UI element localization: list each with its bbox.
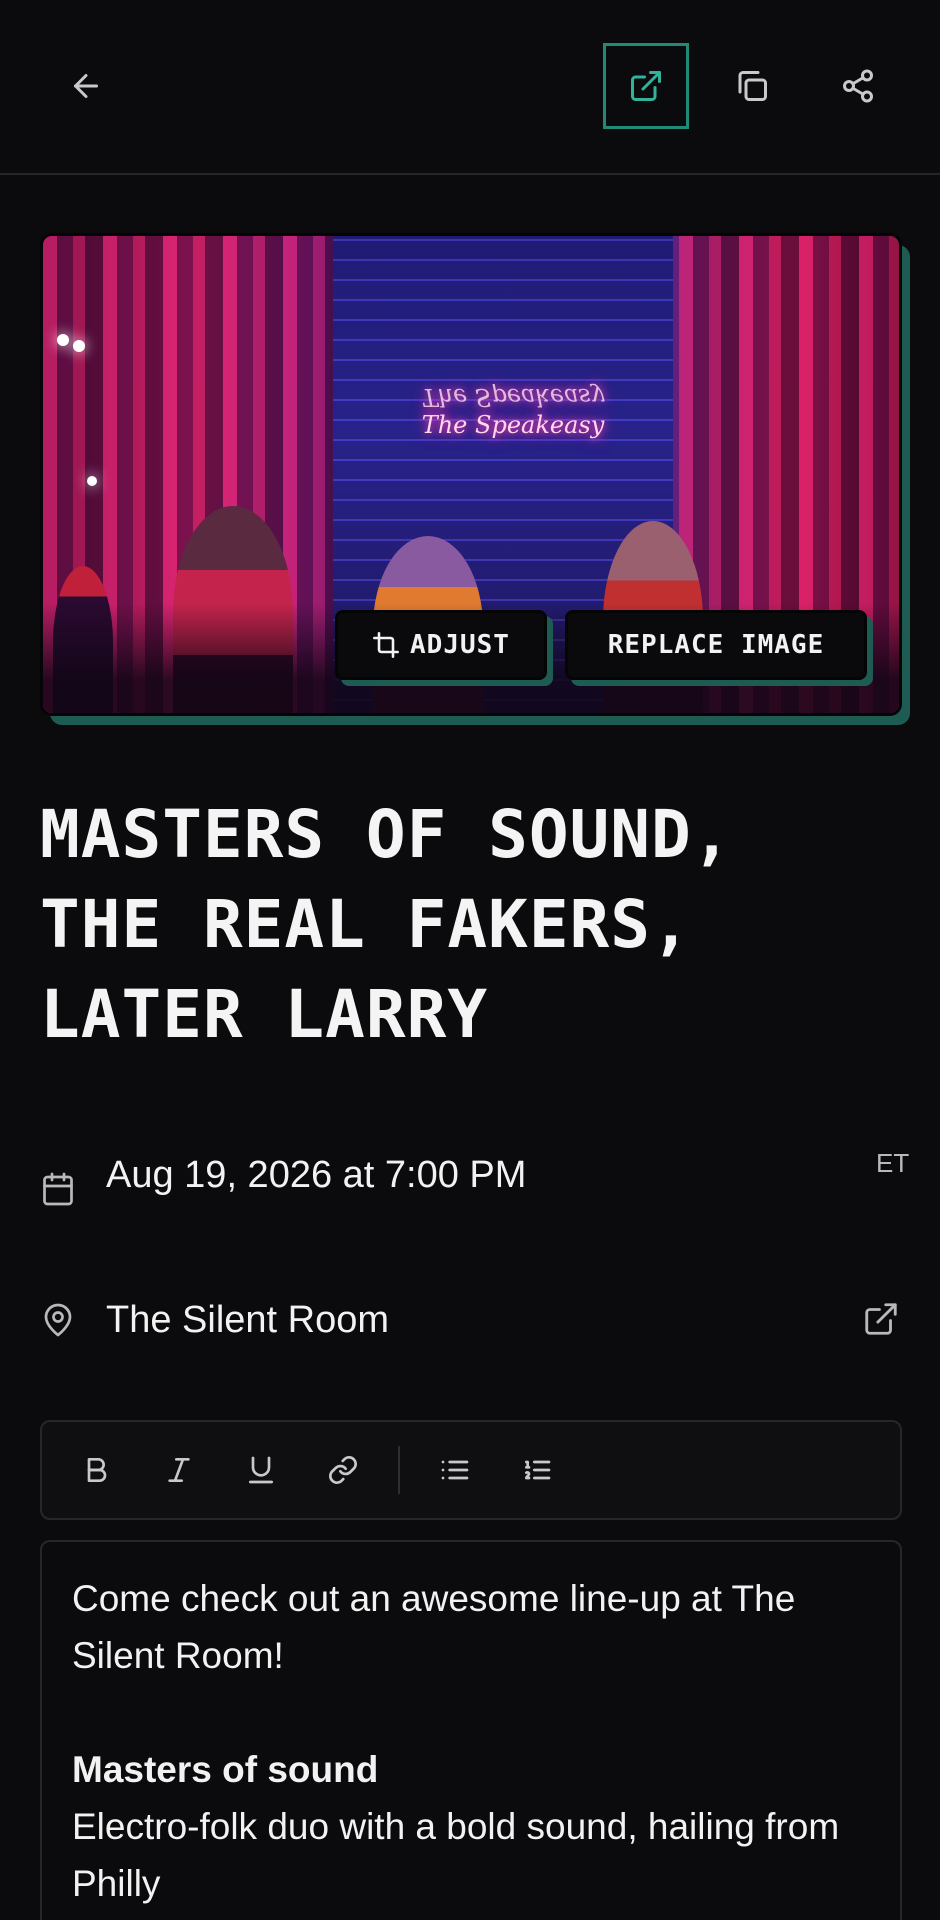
calendar-icon	[43, 1172, 73, 1206]
description-editor[interactable]: Come check out an awesome line-up at The…	[40, 1540, 902, 1920]
external-link-icon	[631, 71, 661, 101]
numbered-list-icon	[525, 1460, 551, 1480]
map-pin-icon	[44, 1303, 72, 1337]
event-title[interactable]: MASTERS OF SOUND, THE REAL FAKERS, LATER…	[40, 790, 900, 1060]
underline-button[interactable]	[234, 1443, 288, 1497]
stage-light	[57, 334, 69, 346]
event-venue-row[interactable]: The Silent Room	[40, 1298, 900, 1341]
band-description: Electro-folk duo with a bold sound, hail…	[72, 1806, 840, 1904]
event-venue: The Silent Room	[106, 1298, 390, 1341]
top-bar	[0, 0, 940, 175]
neon-sign-reflection: The Speakeasy	[421, 383, 605, 411]
neon-sign-text: The Speakeasy	[421, 411, 605, 439]
share-icon	[843, 69, 873, 103]
bullet-list-button[interactable]	[428, 1443, 482, 1497]
share-button[interactable]	[815, 43, 901, 129]
link-button[interactable]	[316, 1443, 370, 1497]
open-event-button[interactable]	[603, 43, 689, 129]
replace-image-button[interactable]: REPLACE IMAGE	[565, 610, 867, 680]
event-title-line: MASTERS OF SOUND,	[40, 796, 733, 873]
event-cover-image: The Speakeasy The Speakeasy ADJUST REPLA…	[40, 233, 902, 716]
italic-icon	[168, 1458, 190, 1482]
description-intro: Come check out an awesome line-up at The…	[72, 1578, 796, 1676]
back-button[interactable]	[43, 43, 129, 129]
bullet-list-icon	[441, 1460, 469, 1480]
timezone-label[interactable]: ET	[876, 1148, 909, 1178]
crop-icon	[373, 632, 399, 658]
event-date-row[interactable]: Aug 19, 2026 at 7:00 PM ET	[40, 1140, 909, 1210]
band-name: Masters of sound	[72, 1749, 379, 1790]
bold-button[interactable]	[70, 1443, 124, 1497]
external-link-icon[interactable]	[862, 1300, 900, 1338]
rich-text-toolbar	[40, 1420, 902, 1520]
copy-icon	[738, 71, 767, 101]
underline-icon	[249, 1456, 273, 1484]
replace-image-label: REPLACE IMAGE	[607, 630, 825, 660]
neon-sign: The Speakeasy The Speakeasy	[413, 356, 613, 466]
italic-button[interactable]	[152, 1443, 206, 1497]
event-title-line: LATER LARRY	[40, 976, 489, 1053]
toolbar-divider	[398, 1446, 400, 1494]
duplicate-button[interactable]	[709, 43, 795, 129]
bold-icon	[87, 1458, 107, 1482]
adjust-image-button[interactable]: ADJUST	[335, 610, 547, 680]
arrow-left-icon	[74, 74, 98, 98]
event-datetime: Aug 19, 2026 at 7:00 PM	[106, 1153, 527, 1196]
adjust-label: ADJUST	[410, 630, 510, 660]
stage-light	[87, 476, 97, 486]
numbered-list-button[interactable]	[510, 1443, 564, 1497]
event-title-line: THE REAL FAKERS,	[40, 886, 692, 963]
stage-light	[73, 340, 85, 352]
link-icon	[329, 1456, 357, 1484]
